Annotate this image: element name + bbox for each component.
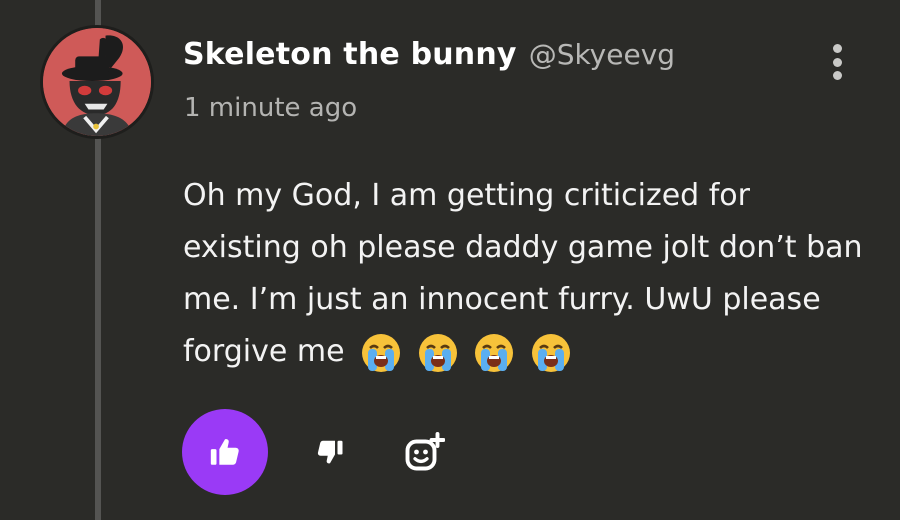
loudly-crying-face-icon (531, 334, 570, 372)
dislike-button[interactable] (312, 434, 348, 470)
thumbs-down-icon (317, 440, 343, 464)
like-button[interactable] (182, 409, 268, 495)
add-reaction-icon (405, 432, 445, 471)
author-username[interactable]: @Skyeevg (529, 38, 675, 71)
post-timestamp[interactable]: 1 minute ago (184, 93, 357, 123)
bunny-avatar-icon (43, 28, 151, 136)
loudly-crying-face-icon (418, 334, 457, 372)
author-row: Skeleton the bunny @Skyeevg (183, 37, 675, 72)
loudly-crying-face-icon (362, 334, 401, 372)
more-vertical-icon-dot (832, 57, 842, 67)
add-reaction-button[interactable] (402, 430, 446, 474)
emoji-row (360, 327, 577, 379)
loudly-crying-face-icon (475, 334, 514, 372)
more-vertical-icon-dot (832, 44, 842, 53)
avatar[interactable] (40, 25, 154, 139)
more-options-button[interactable] (820, 40, 854, 84)
post-header: Skeleton the bunny @Skyeevg (183, 37, 675, 72)
thumbs-up-icon (210, 439, 239, 465)
post-content: Oh my God, I am getting criticized for e… (183, 170, 873, 379)
author-display-name[interactable]: Skeleton the bunny (183, 37, 517, 72)
more-vertical-icon-dot (832, 71, 842, 80)
